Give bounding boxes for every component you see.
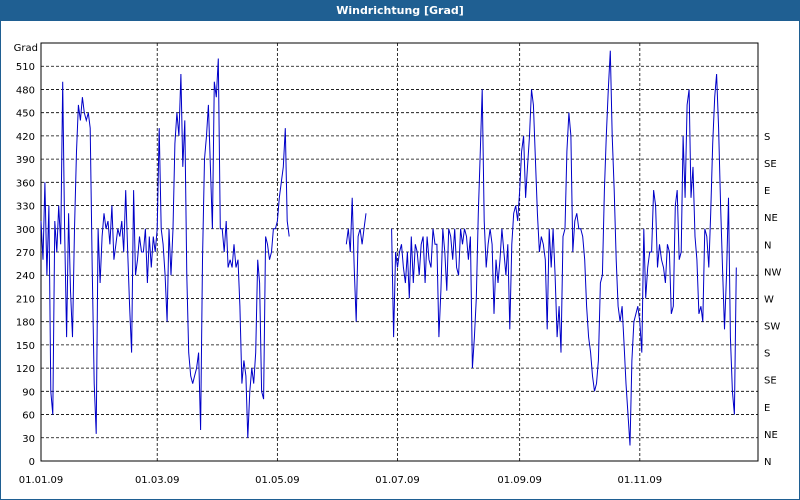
- y-axis-label: Grad: [14, 43, 38, 54]
- y-tick-label: 210: [16, 294, 35, 305]
- y-tick-label: 180: [16, 318, 35, 329]
- y-tick-label: 90: [22, 387, 35, 398]
- y-tick-label: 420: [16, 132, 35, 143]
- y-tick-label: 0: [29, 457, 35, 468]
- chart-title: Windrichtung [Grad]: [1, 1, 799, 21]
- y2-tick-label: NE: [764, 430, 778, 441]
- y2-tick-label: N: [764, 457, 771, 468]
- y2-tick-label: S: [764, 132, 770, 143]
- x-tick-label: 01.03.09: [135, 475, 180, 486]
- chart-window: Windrichtung [Grad] 0 30 60 90 120 150 180 210 2…: [0, 0, 800, 500]
- y2-tick-label: NW: [764, 267, 781, 278]
- x-tick-label: 01.11.09: [618, 475, 663, 486]
- y-tick-label: 360: [16, 178, 35, 189]
- y2-tick-label: S: [764, 349, 770, 360]
- x-tick-label: 01.05.09: [255, 475, 300, 486]
- y-tick-label: 60: [22, 411, 35, 422]
- y-tick-label: 270: [16, 248, 35, 259]
- y-tick-label: 150: [16, 341, 35, 352]
- y-tick-label: 240: [16, 271, 35, 282]
- y2-tick-label: E: [764, 403, 770, 414]
- y-tick-label: 450: [16, 109, 35, 120]
- y2-tick-label: SW: [764, 322, 780, 333]
- y2-tick-label: N: [764, 240, 771, 251]
- y2-tick-label: E: [764, 186, 770, 197]
- wind-direction-chart: 0 30 60 90 120 150 180 210 240 270 300 330 360 390 420…: [14, 42, 781, 486]
- y-tick-label: 330: [16, 202, 35, 213]
- x-tick-label: 01.01.09: [19, 475, 64, 486]
- x-tick-label: 01.07.09: [375, 475, 420, 486]
- y2-tick-label: W: [764, 294, 774, 305]
- y2-tick-label: SE: [764, 376, 777, 387]
- y-tick-label: 510: [16, 62, 35, 73]
- y-tick-label: 120: [16, 364, 35, 375]
- y2-tick-label: SE: [764, 159, 777, 170]
- y-tick-label: 300: [16, 225, 35, 236]
- x-tick-label: 01.09.09: [497, 475, 542, 486]
- y-tick-label: 480: [16, 85, 35, 96]
- y-tick-label: 390: [16, 155, 35, 166]
- y-tick-label: 30: [22, 434, 35, 445]
- y2-tick-label: NE: [764, 213, 778, 224]
